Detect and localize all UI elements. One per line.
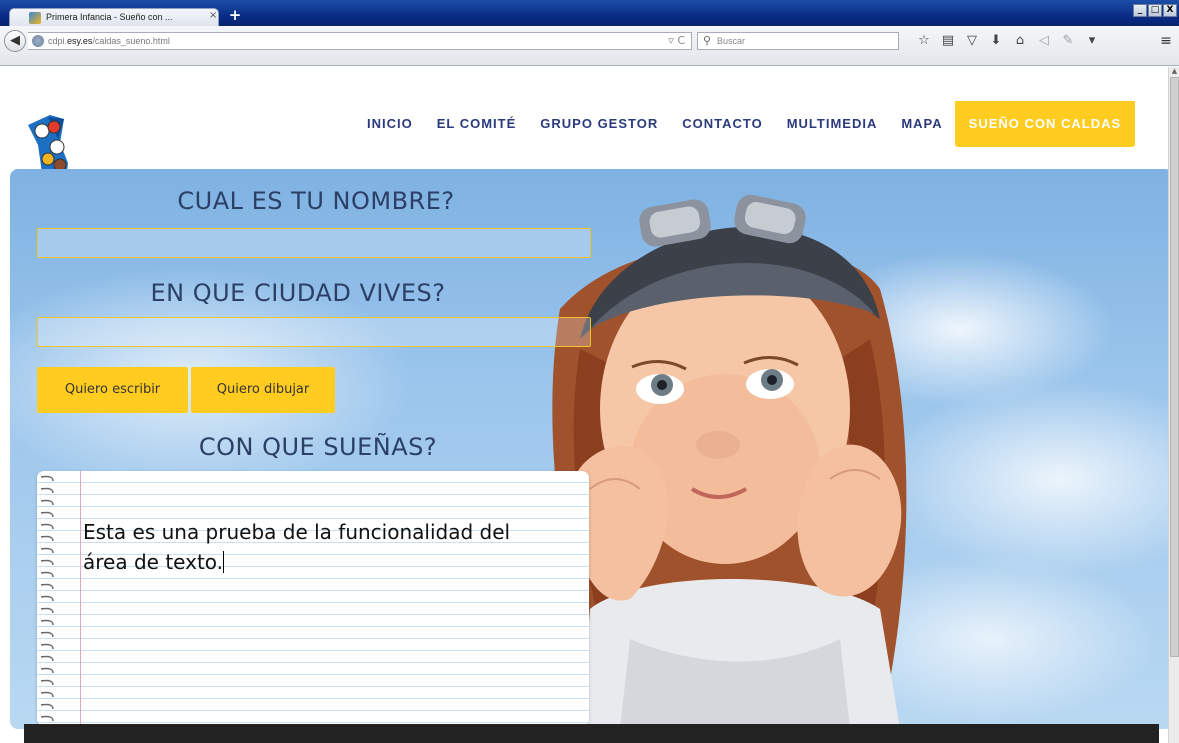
scrollbar-thumb[interactable] xyxy=(1170,77,1179,657)
nav-item-contacto[interactable]: CONTACTO xyxy=(670,101,774,147)
draw-button[interactable]: Quiero dibujar xyxy=(191,367,335,413)
star-icon[interactable]: ☆ xyxy=(912,32,936,50)
browser-navbar: ◀ cdpi.esy.es/caldas_sueno.html ▿ C ⚲ Bu… xyxy=(0,26,1179,66)
url-text: cdpi.esy.es/caldas_sueno.html xyxy=(48,36,170,46)
reload-icon[interactable]: ▿ C xyxy=(668,34,685,47)
footer-bar xyxy=(24,724,1159,743)
nav-item-inicio[interactable]: INICIO xyxy=(355,101,425,147)
search-icon: ⚲ xyxy=(703,34,712,47)
pocket-icon[interactable]: ▽ xyxy=(960,32,984,50)
name-label: CUAL ES TU NOMBRE? xyxy=(177,187,455,215)
browser-toolbar: ☆ ▤ ▽ ⬇ ⌂ ◁ ✎ ▾ xyxy=(912,32,1104,50)
city-input[interactable] xyxy=(37,317,591,347)
home-icon[interactable]: ⌂ xyxy=(1008,32,1032,50)
browser-tab[interactable]: Primera Infancia - Sueño con ... × xyxy=(9,8,219,26)
notebook-spiral-icon xyxy=(40,475,54,722)
extension-icon[interactable]: ✎ xyxy=(1056,32,1080,50)
page-scrollbar[interactable]: ▲ xyxy=(1168,67,1179,743)
text-caret xyxy=(223,551,225,573)
reading-list-icon[interactable]: ▤ xyxy=(936,32,960,50)
menu-icon[interactable]: ≡ xyxy=(1157,32,1175,50)
tab-close-icon[interactable]: × xyxy=(209,10,217,21)
site-favicon-icon xyxy=(29,12,41,24)
hero-section: CUAL ES TU NOMBRE? EN QUE CIUDAD VIVES? … xyxy=(10,169,1168,729)
minimize-button[interactable]: _ xyxy=(1133,4,1147,17)
city-label: EN QUE CIUDAD VIVES? xyxy=(150,279,446,307)
page-viewport: INICIO EL COMITÉ GRUPO GESTOR CONTACTO M… xyxy=(0,67,1168,743)
send-icon[interactable]: ◁ xyxy=(1032,32,1056,50)
scroll-up-icon[interactable]: ▲ xyxy=(1170,67,1179,77)
nav-item-el-comite[interactable]: EL COMITÉ xyxy=(425,101,529,147)
name-input[interactable] xyxy=(37,228,591,258)
new-tab-button[interactable]: + xyxy=(226,7,244,23)
dream-label: CON QUE SUEÑAS? xyxy=(198,433,438,461)
address-bar[interactable]: cdpi.esy.es/caldas_sueno.html ▿ C xyxy=(28,32,692,50)
close-window-button[interactable]: X xyxy=(1163,4,1177,17)
write-button[interactable]: Quiero escribir xyxy=(37,367,188,413)
dropdown-icon[interactable]: ▾ xyxy=(1080,32,1104,50)
search-placeholder: Buscar xyxy=(717,36,746,46)
nav-item-grupo-gestor[interactable]: GRUPO GESTOR xyxy=(528,101,670,147)
window-controls: _ □ X xyxy=(1133,4,1177,17)
search-input[interactable]: ⚲ Buscar xyxy=(697,32,899,50)
dream-text: Esta es una prueba de la funcionalidad d… xyxy=(83,520,511,574)
site-navigation: INICIO EL COMITÉ GRUPO GESTOR CONTACTO M… xyxy=(355,101,1136,147)
download-icon[interactable]: ⬇ xyxy=(984,32,1008,50)
notebook-margin-line xyxy=(80,471,81,726)
maximize-button[interactable]: □ xyxy=(1148,4,1162,17)
nav-item-multimedia[interactable]: MULTIMEDIA xyxy=(775,101,890,147)
tab-title: Primera Infancia - Sueño con ... xyxy=(46,12,173,22)
nav-item-sueno-con-caldas[interactable]: SUEÑO CON CALDAS xyxy=(954,101,1136,147)
dream-textarea[interactable]: Esta es una prueba de la funcionalidad d… xyxy=(37,471,589,726)
browser-titlebar: Primera Infancia - Sueño con ... × + _ □… xyxy=(0,0,1179,26)
nav-item-mapa[interactable]: MAPA xyxy=(889,101,954,147)
back-arrow-icon[interactable]: ◀ xyxy=(4,30,26,52)
globe-icon xyxy=(32,35,44,47)
